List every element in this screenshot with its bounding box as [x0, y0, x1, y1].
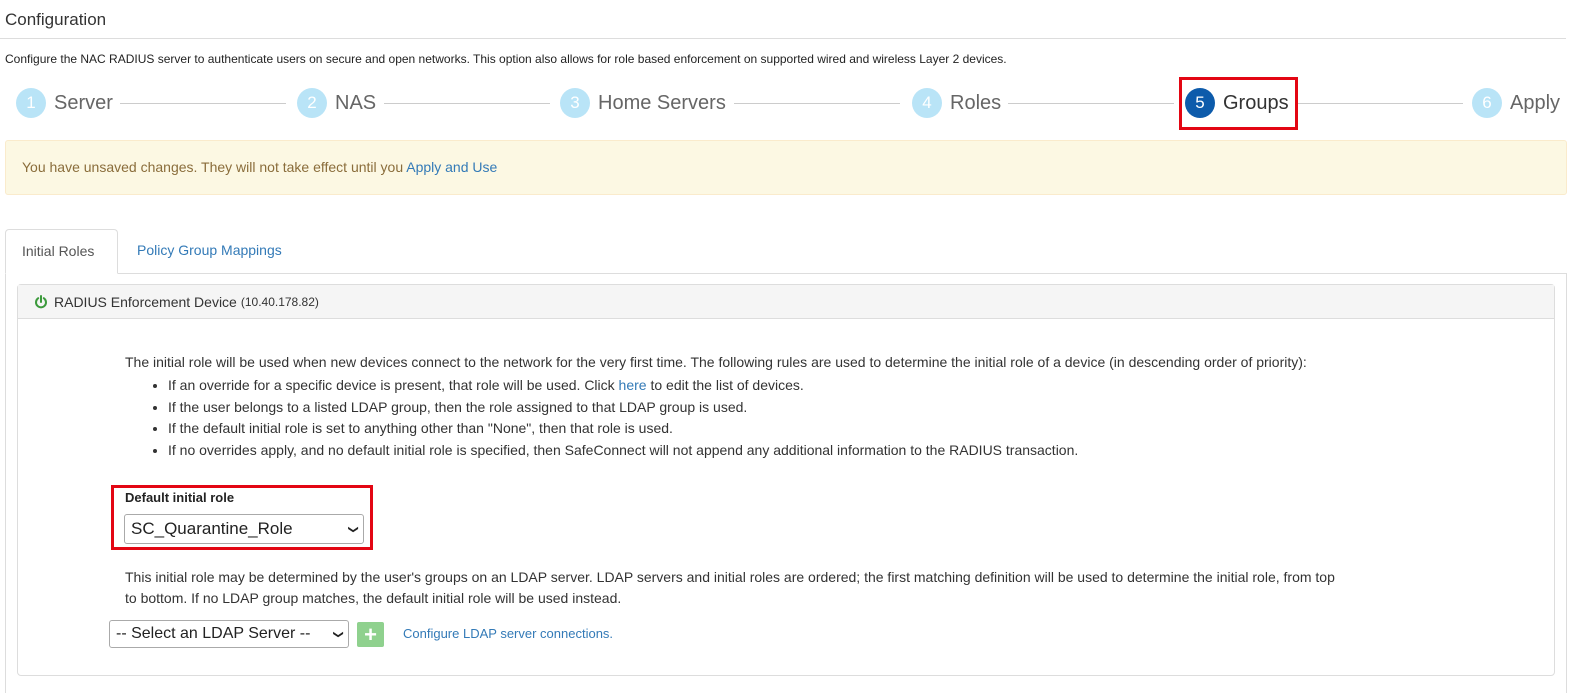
step-number: 3 [560, 88, 590, 118]
panel-heading: RADIUS Enforcement Device (10.40.178.82) [18, 285, 1554, 319]
step-number: 5 [1185, 88, 1215, 118]
wizard-step-groups[interactable]: 5 Groups [1185, 87, 1289, 119]
rules-list: If an override for a specific device is … [148, 375, 1078, 461]
list-item: If the user belongs to a listed LDAP gro… [168, 397, 1078, 419]
selected-value: -- Select an LDAP Server -- [116, 625, 311, 642]
step-connector [120, 103, 286, 104]
wizard-step-apply[interactable]: 6 Apply [1472, 87, 1560, 119]
page-description: Configure the NAC RADIUS server to authe… [5, 52, 1007, 66]
ldap-description-line1: This initial role may be determined by t… [125, 569, 1335, 585]
wizard-step-roles[interactable]: 4 Roles [912, 87, 1001, 119]
step-label: Home Servers [598, 91, 726, 114]
step-connector [1008, 103, 1174, 104]
device-ip: (10.40.178.82) [240, 294, 319, 309]
selected-value: SC_Quarantine_Role [131, 519, 293, 538]
title-divider [0, 38, 1566, 39]
list-item: If the default initial role is set to an… [168, 418, 1078, 440]
page-title: Configuration [5, 10, 107, 29]
step-connector [384, 103, 550, 104]
list-item: If an override for a specific device is … [168, 375, 1078, 397]
alert-message: You have unsaved changes. They will not … [22, 159, 407, 175]
step-number: 1 [16, 88, 46, 118]
step-number: 4 [912, 88, 942, 118]
tab-policy-group-mappings[interactable]: Policy Group Mappings [121, 229, 298, 274]
step-number: 6 [1472, 88, 1502, 118]
step-label: Groups [1223, 91, 1289, 114]
step-label: NAS [335, 91, 377, 114]
add-ldap-button[interactable]: + [357, 622, 384, 647]
rule-text: to edit the list of devices. [646, 377, 804, 393]
step-label: Server [54, 91, 113, 114]
step-label: Apply [1510, 91, 1561, 114]
radius-device-panel: RADIUS Enforcement Device (10.40.178.82) [17, 284, 1555, 676]
wizard-step-nas[interactable]: 2 NAS [297, 87, 376, 119]
default-role-select[interactable]: SC_Quarantine_Role ❯ [124, 514, 364, 544]
initial-role-intro: The initial role will be used when new d… [125, 354, 1307, 370]
ldap-server-select[interactable]: -- Select an LDAP Server -- ❯ [109, 620, 349, 648]
wizard-step-server[interactable]: 1 Server [16, 87, 113, 119]
unsaved-changes-alert: You have unsaved changes. They will not … [5, 140, 1567, 195]
edit-devices-link[interactable]: here [619, 377, 647, 393]
step-connector [734, 103, 900, 104]
step-label: Roles [950, 91, 1002, 114]
panel-title: RADIUS Enforcement Device [54, 293, 237, 310]
chevron-down-icon: ❯ [347, 524, 359, 534]
power-icon [34, 294, 48, 309]
step-connector [1297, 103, 1463, 104]
wizard-step-home-servers[interactable]: 3 Home Servers [560, 87, 726, 119]
tab-initial-roles[interactable]: Initial Roles [5, 229, 118, 274]
chevron-down-icon: ❯ [332, 629, 344, 639]
ldap-description-line2: to bottom. If no LDAP group matches, the… [125, 590, 622, 606]
step-number: 2 [297, 88, 327, 118]
default-role-label: Default initial role [125, 490, 235, 505]
configure-ldap-link[interactable]: Configure LDAP server connections. [403, 626, 613, 641]
rule-text: If an override for a specific device is … [168, 377, 619, 393]
apply-and-use-link[interactable]: Apply and Use [406, 159, 497, 175]
list-item: If no overrides apply, and no default in… [168, 440, 1078, 462]
